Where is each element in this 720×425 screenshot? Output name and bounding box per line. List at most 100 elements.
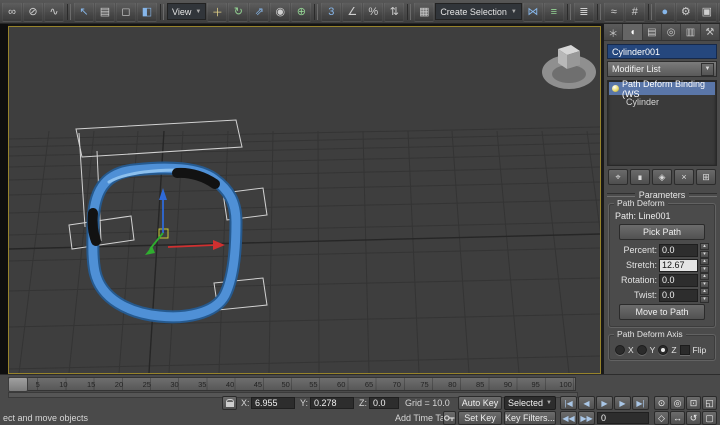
object-name-field[interactable]: Cylinder001 [607,44,717,59]
viewport-canvas[interactable] [9,27,600,373]
create-selection-dropdown[interactable]: Create Selection ▼ [435,3,522,20]
spinner-up-icon[interactable]: ▴ [700,273,709,280]
time-tick: 25 [143,380,151,389]
move-to-path-button[interactable]: Move to Path [619,304,705,320]
selection-lock-toggle[interactable] [222,396,237,410]
field-of-view-icon[interactable]: ◇ [654,411,669,425]
named-selection-sets-icon[interactable]: ▦ [414,2,434,22]
twist-field[interactable]: 0.0 [659,289,698,302]
pan-icon[interactable]: ↔ [670,411,685,425]
percent-field[interactable]: 0.0 [659,244,698,257]
set-key-button[interactable]: Set Key [458,411,502,425]
set-key-icon[interactable] [443,411,456,425]
go-to-end-button[interactable]: ▶| [632,396,649,410]
orbit-icon[interactable]: ↺ [686,411,701,425]
spinner-down-icon[interactable]: ▾ [700,266,709,273]
axis-z-radio[interactable] [658,345,668,355]
twist-spinner[interactable]: ▴ ▾ [700,288,709,303]
next-key-button[interactable]: ▶▶ [578,411,595,425]
current-frame-field[interactable]: 0 [597,412,649,424]
tab-create[interactable]: ＊ [604,24,623,40]
spinner-up-icon[interactable]: ▴ [700,288,709,295]
coord-z-field[interactable]: 0.0 [369,397,399,409]
window-crossing-icon[interactable]: ◧ [137,2,157,22]
spinner-down-icon[interactable]: ▾ [700,251,709,258]
rotation-spinner[interactable]: ▴ ▾ [700,273,709,288]
tab-display[interactable]: ▥ [681,24,700,40]
rendered-frame-window-icon[interactable]: ▣ [697,2,717,22]
zoom-region-icon[interactable]: ◱ [702,396,717,410]
previous-frame-button[interactable]: ◀ [578,396,595,410]
key-filters-button[interactable]: Key Filters... [504,411,556,425]
stretch-spinner[interactable]: ▴ ▾ [700,258,709,273]
select-object-icon[interactable]: ↖ [74,2,94,22]
pin-stack-icon[interactable]: ⌖ [608,169,628,185]
show-end-result-icon[interactable]: ∎ [630,169,650,185]
time-slider-handle[interactable] [8,377,28,392]
perspective-viewport[interactable] [8,26,601,374]
spinner-down-icon[interactable]: ▾ [700,281,709,288]
go-to-start-button[interactable]: |◀ [560,396,577,410]
percent-snap-icon[interactable]: % [363,2,383,22]
angle-snap-icon[interactable]: ∠ [342,2,362,22]
zoom-all-icon[interactable]: ◎ [670,396,685,410]
flip-checkbox[interactable] [680,345,690,355]
coord-y-field[interactable]: 0.278 [310,397,354,409]
reference-coordinate-dropdown[interactable]: View ▼ [167,3,206,20]
configure-modifier-sets-icon[interactable]: ⊞ [696,169,716,185]
make-unique-icon[interactable]: ◈ [652,169,672,185]
axis-y-radio[interactable] [637,345,647,355]
percent-spinner[interactable]: ▴ ▾ [700,243,709,258]
curve-editor-icon[interactable]: ≈ [604,2,624,22]
key-mode-dropdown[interactable]: Selected ▼ [504,396,556,410]
spinner-down-icon[interactable]: ▾ [700,296,709,303]
select-and-move-icon[interactable]: ＋ [207,2,227,22]
select-by-name-icon[interactable]: ▤ [95,2,115,22]
auto-key-button[interactable]: Auto Key [458,396,502,410]
viewcube[interactable] [542,45,596,89]
stack-item-path-deform[interactable]: Path Deform Binding (WS [609,82,715,95]
tab-hierarchy[interactable]: ▤ [643,24,662,40]
select-and-rotate-icon[interactable]: ↻ [228,2,248,22]
pick-path-button[interactable]: Pick Path [619,224,705,240]
remove-modifier-icon[interactable]: × [674,169,694,185]
toolbar-separator [597,4,601,20]
axis-x-radio[interactable] [615,345,625,355]
snaps-toggle-icon[interactable]: 3 [321,2,341,22]
coord-y-label: Y: [300,398,308,408]
time-slider-ruler[interactable]: 0 5 10 15 20 25 30 35 40 45 50 55 60 65 … [8,377,576,391]
tab-motion[interactable]: ◎ [662,24,681,40]
schematic-view-icon[interactable]: # [625,2,645,22]
align-icon[interactable]: ≡ [544,2,564,22]
rotation-field[interactable]: 0.0 [659,274,698,287]
mirror-icon[interactable]: ⋈ [523,2,543,22]
zoom-extents-icon[interactable]: ⊡ [686,396,701,410]
rectangular-selection-region-icon[interactable]: ◻ [116,2,136,22]
layer-manager-icon[interactable]: ≣ [574,2,594,22]
modifier-enabled-bulb-icon[interactable] [612,85,619,92]
add-time-tag-label[interactable]: Add Time Tag [395,413,450,423]
select-and-link-icon[interactable]: ∞ [2,2,22,22]
select-and-scale-icon[interactable]: ⇗ [249,2,269,22]
tab-modify[interactable]: ◖ [623,24,642,40]
spinner-up-icon[interactable]: ▴ [700,258,709,265]
material-editor-icon[interactable]: ● [655,2,675,22]
select-and-manipulate-icon[interactable]: ⊕ [291,2,311,22]
bind-to-space-warp-icon[interactable]: ∿ [44,2,64,22]
tab-utilities[interactable]: ⚒ [701,24,720,40]
spinner-snap-icon[interactable]: ⇅ [384,2,404,22]
time-tick: 65 [365,380,373,389]
spinner-up-icon[interactable]: ▴ [700,243,709,250]
use-pivot-center-icon[interactable]: ◉ [270,2,290,22]
maximize-viewport-toggle-icon[interactable]: ▢ [702,411,717,425]
unlink-selection-icon[interactable]: ⊘ [23,2,43,22]
zoom-icon[interactable]: ⊙ [654,396,669,410]
coord-x-field[interactable]: 6.955 [251,397,295,409]
stretch-field[interactable]: 12.67 [659,259,698,272]
previous-key-button[interactable]: ◀◀ [560,411,577,425]
next-frame-button[interactable]: ▶ [614,396,631,410]
render-setup-icon[interactable]: ⚙ [676,2,696,22]
modifier-list-dropdown[interactable]: Modifier List ▼ [607,61,717,77]
play-button[interactable]: ▶ [596,396,613,410]
percent-row: Percent: 0.0 ▴ ▾ [612,244,709,256]
